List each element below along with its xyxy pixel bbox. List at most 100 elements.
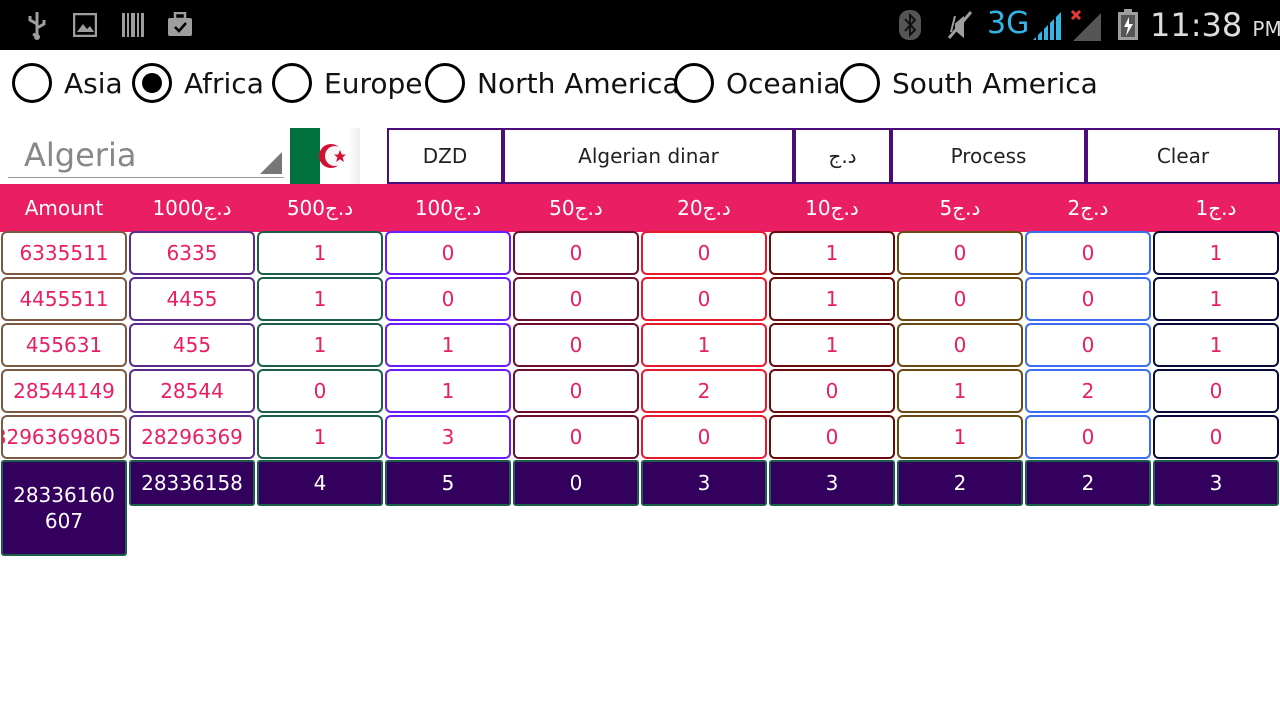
count-cell: 1 <box>1153 323 1279 367</box>
amount-input[interactable]: 28296369805 <box>1 415 127 459</box>
count-cell: 1 <box>769 277 895 321</box>
currency-symbol: د.ج <box>794 128 891 184</box>
radio-circle[interactable] <box>425 63 465 103</box>
header-amount: Amount <box>24 196 104 220</box>
clock: 11:38 PM <box>1150 6 1280 44</box>
count-cell: 1 <box>897 369 1023 413</box>
count-cell: 3 <box>385 415 511 459</box>
count-cell: 1 <box>641 323 767 367</box>
header-denomination: د.ج10 <box>805 196 859 220</box>
clear-button[interactable]: Clear <box>1086 128 1280 184</box>
count-cell: 0 <box>897 323 1023 367</box>
header-denomination: د.ج1000 <box>152 196 232 220</box>
count-cell: 1 <box>897 415 1023 459</box>
count-cell: 0 <box>897 277 1023 321</box>
count-cell: 1 <box>257 323 383 367</box>
radio-asia[interactable]: Asia <box>12 58 123 108</box>
currency-code: DZD <box>387 128 503 184</box>
radio-circle-checked[interactable] <box>132 63 172 103</box>
count-cell: 6335 <box>129 231 255 275</box>
count-cell: 1 <box>257 231 383 275</box>
radio-label: Europe <box>324 66 423 100</box>
radio-circle[interactable] <box>12 63 52 103</box>
count-cell: 1 <box>257 277 383 321</box>
amount-input[interactable]: 4455511 <box>1 277 127 321</box>
count-cell: 0 <box>513 415 639 459</box>
barcode-icon <box>120 10 146 40</box>
header-denomination: د.ج2 <box>1067 196 1109 220</box>
count-cell: 0 <box>1153 369 1279 413</box>
count-cell: 28296369 <box>129 415 255 459</box>
usb-icon <box>24 10 50 40</box>
signal-off-icon <box>1068 9 1104 41</box>
count-cell: 0 <box>513 369 639 413</box>
radio-label: Africa <box>184 66 264 100</box>
count-cell: 0 <box>385 231 511 275</box>
count-cell: 0 <box>897 231 1023 275</box>
bluetooth-icon <box>896 10 924 40</box>
count-cell: 1 <box>769 323 895 367</box>
header-denomination: د.ج100 <box>414 196 482 220</box>
total-cell: 2 <box>897 460 1023 506</box>
count-cell: 0 <box>513 277 639 321</box>
denomination-header: Amount د.ج1000 د.ج500 د.ج100 د.ج50 د.ج20 د.ج10… <box>0 184 1280 232</box>
mute-icon <box>944 10 974 40</box>
count-cell: 2 <box>1025 369 1151 413</box>
image-icon <box>72 10 98 40</box>
count-cell: 0 <box>257 369 383 413</box>
count-cell: 1 <box>1153 277 1279 321</box>
total-cell: 5 <box>385 460 511 506</box>
total-cell: 3 <box>769 460 895 506</box>
count-cell: 0 <box>1025 231 1151 275</box>
status-bar: 3G 11:38 PM <box>0 0 1280 50</box>
region-radio-group: Asia Africa Europe North America Oceania… <box>0 58 1280 108</box>
count-cell: 0 <box>769 369 895 413</box>
briefcase-icon <box>166 10 194 40</box>
network-type: 3G <box>987 6 1030 41</box>
total-amount: 28336160607 <box>1 460 127 556</box>
amount-input[interactable]: 6335511 <box>1 231 127 275</box>
count-cell: 0 <box>1025 323 1151 367</box>
header-denomination: د.ج5 <box>939 196 981 220</box>
count-cell: 1 <box>385 323 511 367</box>
dropdown-arrow-icon[interactable] <box>260 152 282 174</box>
header-denomination: د.ج500 <box>286 196 354 220</box>
currency-name: Algerian dinar <box>503 128 794 184</box>
count-cell: 0 <box>1153 415 1279 459</box>
radio-label: Oceania <box>726 66 841 100</box>
header-denomination: د.ج1 <box>1195 196 1237 220</box>
total-cell: 3 <box>641 460 767 506</box>
radio-circle[interactable] <box>272 63 312 103</box>
count-cell: 1 <box>769 231 895 275</box>
count-cell: 0 <box>641 415 767 459</box>
amount-input[interactable]: 455631 <box>1 323 127 367</box>
radio-oceania[interactable]: Oceania <box>674 58 841 108</box>
radio-africa[interactable]: Africa <box>132 58 264 108</box>
count-cell: 0 <box>769 415 895 459</box>
crescent-star-icon <box>319 144 346 168</box>
count-cell: 0 <box>385 277 511 321</box>
total-cell: 4 <box>257 460 383 506</box>
total-cell: 3 <box>1153 460 1279 506</box>
total-cell: 28336158 <box>129 460 255 506</box>
radio-south-america[interactable]: South America <box>840 58 1098 108</box>
count-cell: 0 <box>641 277 767 321</box>
count-cell: 0 <box>513 231 639 275</box>
count-cell: 455 <box>129 323 255 367</box>
radio-circle[interactable] <box>674 63 714 103</box>
header-denomination: د.ج20 <box>677 196 731 220</box>
count-cell: 0 <box>1025 277 1151 321</box>
radio-circle[interactable] <box>840 63 880 103</box>
country-dropdown[interactable]: Algeria <box>8 130 284 178</box>
header-denomination: د.ج50 <box>549 196 603 220</box>
clock-time: 11:38 <box>1150 6 1243 44</box>
country-flag <box>290 128 360 184</box>
count-cell: 1 <box>257 415 383 459</box>
country-value: Algeria <box>24 136 137 174</box>
amount-input[interactable]: 28544149 <box>1 369 127 413</box>
radio-europe[interactable]: Europe <box>272 58 422 108</box>
radio-label: North America <box>477 66 680 100</box>
radio-north-america[interactable]: North America <box>425 58 680 108</box>
process-button[interactable]: Process <box>891 128 1086 184</box>
count-cell: 1 <box>385 369 511 413</box>
